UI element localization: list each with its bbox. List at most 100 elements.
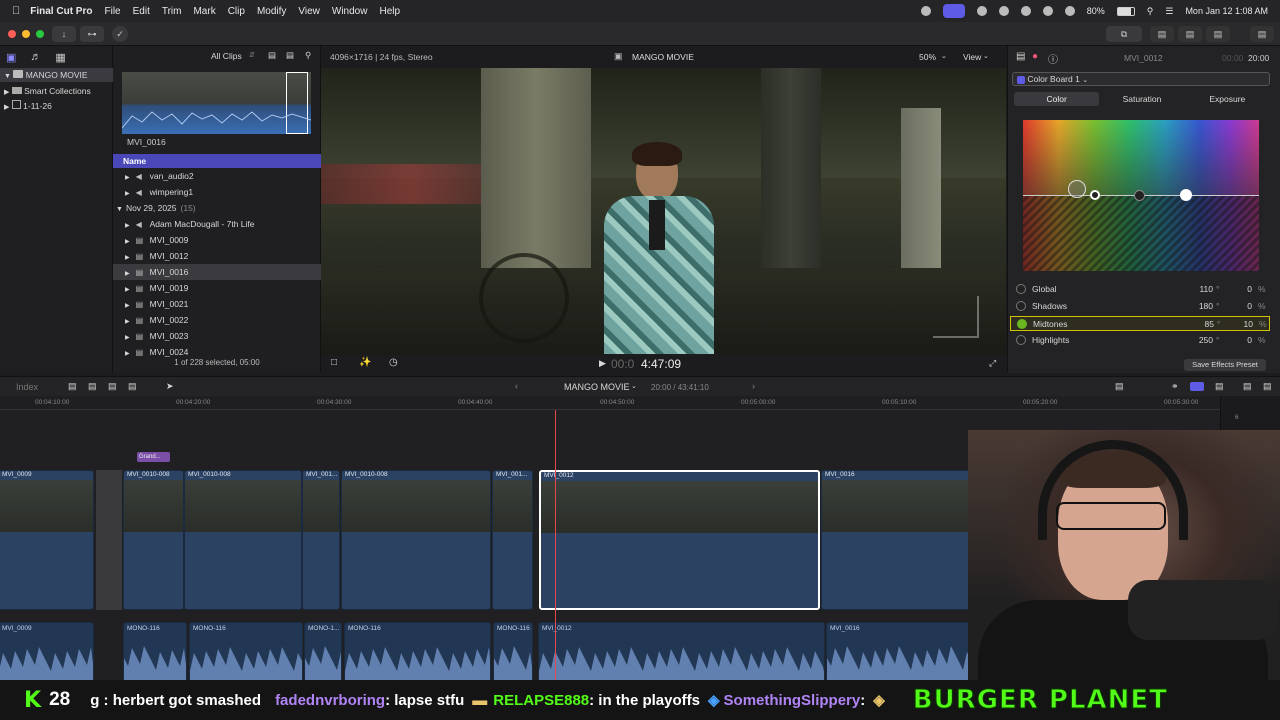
insert-edit-icon[interactable]: ▤ [88, 381, 97, 392]
info-icon[interactable]: ⓘ [1048, 51, 1058, 66]
screen-record-icon[interactable] [942, 4, 965, 18]
disclosure-right-icon[interactable]: ▶ [125, 223, 130, 229]
audio-clip[interactable]: MONO-116 [189, 622, 303, 680]
midtones-puck[interactable] [1134, 190, 1145, 201]
video-clip[interactable]: MVI_001... [492, 470, 533, 610]
global-puck[interactable] [1068, 180, 1086, 198]
chevron-down-icon[interactable]: ⌄ [631, 382, 637, 390]
percent-value[interactable]: 10 [1233, 317, 1253, 332]
enhance-icon[interactable]: ✨ [359, 357, 371, 368]
clip-row[interactable]: ▶ ▤ MVI_0022 [113, 312, 321, 328]
disclosure-right-icon[interactable]: ▶ [125, 239, 130, 245]
import-icon[interactable]: ↓ [52, 26, 76, 42]
disclosure-right-icon[interactable]: ▶ [125, 351, 130, 357]
apple-icon[interactable]:  [12, 5, 20, 17]
transform-icon[interactable]: □ [331, 357, 337, 368]
audio-skimming-icon[interactable]: ⚭ [1171, 381, 1179, 392]
fullscreen-icon[interactable]: ⤢ [989, 358, 996, 369]
clip-filter-menu[interactable]: All Clips [211, 51, 242, 61]
list-view-icon[interactable]: ▤ [286, 50, 294, 61]
shadows-puck[interactable] [1090, 190, 1100, 200]
menu-file[interactable]: File [104, 6, 120, 17]
tab-color[interactable]: Color [1014, 92, 1100, 106]
volume-icon[interactable] [1020, 6, 1031, 16]
menu-help[interactable]: Help [379, 6, 400, 17]
clock[interactable]: Mon Jan 12 1:08 AM [1185, 6, 1268, 16]
color-inspector-icon[interactable]: ● [1032, 51, 1038, 62]
keywords-icon[interactable]: ⊶ [80, 26, 104, 42]
play-button[interactable]: ▶ [599, 358, 606, 369]
photos-audio-icon[interactable]: ♬ [30, 51, 41, 64]
search-icon[interactable]: ⚲ [1147, 6, 1154, 17]
fullscreen-timeline-icon[interactable]: ▤ [1243, 381, 1252, 392]
append-edit-icon[interactable]: ▤ [108, 381, 117, 392]
control-center-icon[interactable]: ☰ [1165, 6, 1173, 17]
angle-value[interactable]: 110 [1188, 282, 1213, 297]
gap-clip[interactable] [96, 470, 122, 610]
title-clip[interactable]: Grand... [137, 452, 170, 462]
layout-timeline-icon[interactable]: ▤ [1178, 26, 1202, 42]
angle-value[interactable]: 180 [1188, 299, 1213, 314]
clip-row[interactable]: ▶ ▤ MVI_0021 [113, 296, 321, 312]
audio-clip[interactable]: MVI_0016 [826, 622, 976, 680]
clip-row[interactable]: ▶ ◀ wimpering1 [113, 184, 321, 200]
smart-collections-row[interactable]: ▶ Smart Collections [4, 84, 91, 100]
clip-row[interactable]: ▶ ◀ Adam MacDougall - 7th Life [113, 216, 321, 232]
index-button[interactable]: Index [16, 382, 38, 392]
clip-row[interactable]: ▶ ◀ van_audio2 [113, 168, 321, 184]
disclosure-right-icon[interactable]: ▶ [125, 287, 130, 293]
battery-icon[interactable] [1116, 6, 1135, 16]
close-window-button[interactable] [8, 30, 16, 38]
connect-edit-icon[interactable]: ▤ [68, 381, 77, 392]
libraries-icon[interactable]: ▣ [6, 51, 16, 64]
library-row[interactable]: ▼ MANGO MOVIE [0, 68, 113, 82]
clip-row[interactable]: ▶ ▤ MVI_0012 [113, 248, 321, 264]
disclosure-right-icon[interactable]: ▶ [4, 89, 9, 96]
video-clip[interactable]: MVI_0010-008 [341, 470, 491, 610]
effect-selector[interactable]: Color Board 1 ⌄ [1012, 72, 1270, 86]
audio-clip[interactable]: MVI_0009 [0, 622, 94, 680]
color-row-highlights[interactable]: Highlights 250 ° 0% [1010, 333, 1270, 348]
disclosure-right-icon[interactable]: ▶ [125, 191, 130, 197]
angle-value[interactable]: 85 [1189, 317, 1214, 332]
solo-icon[interactable] [1190, 382, 1204, 391]
menu-view[interactable]: View [298, 6, 320, 17]
menu-edit[interactable]: Edit [133, 6, 150, 17]
disclosure-right-icon[interactable]: ▶ [125, 175, 130, 181]
layout-browser-icon[interactable]: ▤ [1150, 26, 1174, 42]
disclosure-down-icon[interactable]: ▼ [4, 73, 11, 80]
share-icon[interactable]: ⧉ [1106, 26, 1142, 42]
view-menu[interactable]: View [963, 52, 981, 62]
disclosure-right-icon[interactable]: ▶ [125, 335, 130, 341]
menu-clip[interactable]: Clip [228, 6, 245, 17]
chevron-down-icon[interactable]: ⌄ [941, 52, 947, 60]
disclosure-right-icon[interactable]: ▶ [125, 271, 130, 277]
video-clip[interactable]: MVI_0010-008 [184, 470, 302, 610]
layout-extra-icon[interactable]: ▤ [1250, 26, 1274, 42]
overwrite-edit-icon[interactable]: ▤ [128, 381, 137, 392]
play-icon[interactable] [998, 6, 1009, 16]
select-tool-icon[interactable]: ➤ [166, 381, 174, 392]
back-icon[interactable]: ‹ [515, 381, 518, 391]
filmstrip[interactable] [122, 72, 311, 134]
zoom-menu[interactable]: 50% [919, 52, 936, 62]
clip-row[interactable]: ▶ ▤ MVI_0016 [113, 264, 321, 280]
angle-value[interactable]: 250 [1188, 333, 1213, 348]
percent-value[interactable]: 0 [1232, 282, 1252, 297]
clip-row[interactable]: ▶ ▤ MVI_0009 [113, 232, 321, 248]
video-clip[interactable]: MVI_0010-008 [123, 470, 184, 610]
disclosure-right-icon[interactable]: ▶ [125, 255, 130, 261]
event-group-row[interactable]: ▼ Nov 29, 2025 (15) [113, 200, 321, 216]
video-inspector-icon[interactable]: ▤ [1016, 51, 1025, 62]
menu-mark[interactable]: Mark [193, 6, 215, 17]
video-frame[interactable] [321, 68, 1006, 354]
wifi-icon[interactable] [1064, 6, 1075, 16]
tab-exposure[interactable]: Exposure [1185, 92, 1270, 106]
disclosure-down-icon[interactable]: ▼ [116, 206, 123, 213]
search-icon[interactable]: ⚲ [305, 50, 311, 61]
minimize-window-button[interactable] [22, 30, 30, 38]
color-row-midtones[interactable]: Midtones 85 ° 10% [1010, 316, 1270, 331]
color-board[interactable] [1023, 120, 1259, 271]
display-icon[interactable] [1042, 6, 1053, 16]
save-effects-preset-button[interactable]: Save Effects Preset [1184, 359, 1266, 371]
